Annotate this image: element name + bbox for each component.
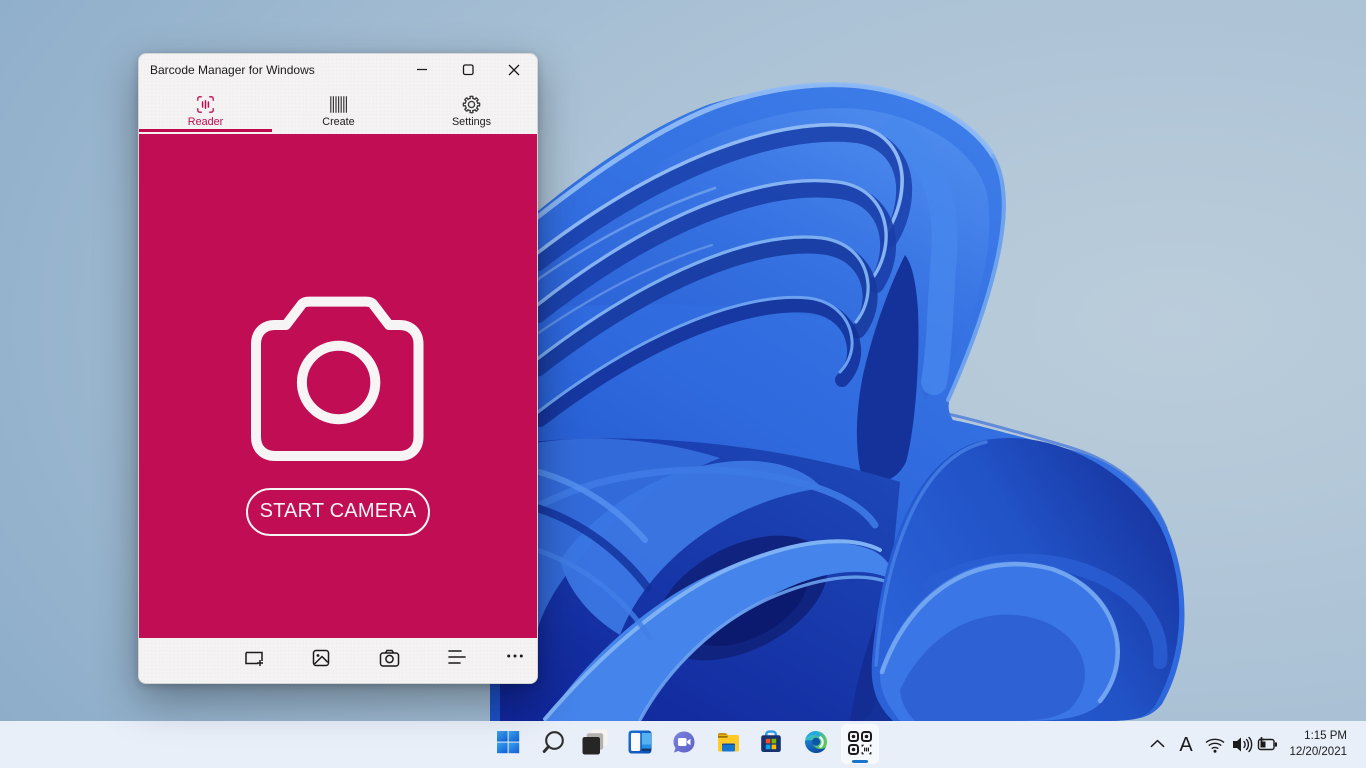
svg-text:A: A: [1179, 734, 1193, 756]
